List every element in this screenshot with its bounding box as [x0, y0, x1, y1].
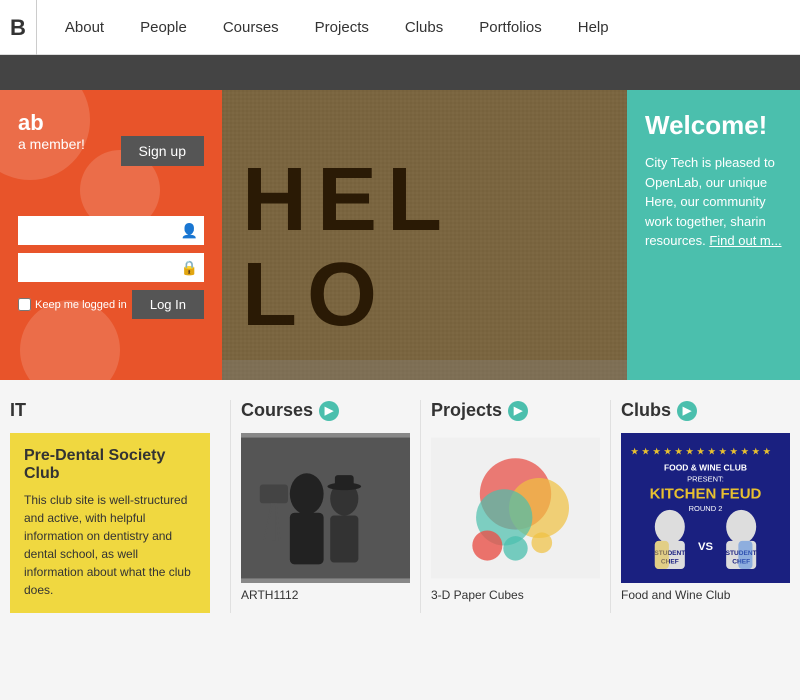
nav-portfolios[interactable]: Portfolios	[461, 0, 560, 54]
clubs-more-icon[interactable]: ▶	[677, 401, 697, 421]
nav-help[interactable]: Help	[560, 0, 627, 54]
password-wrap: 🔒	[18, 253, 204, 282]
courses-section: Courses ▶ ARTH1112	[230, 400, 420, 613]
login-subtitle: a member!	[18, 136, 85, 152]
site-logo: B	[10, 0, 37, 55]
course-thumbnail[interactable]	[241, 433, 410, 583]
nav-people[interactable]: People	[122, 0, 205, 54]
featured-club-desc: This club site is well-structured and ac…	[24, 491, 196, 599]
main-content: IT Pre-Dental Society Club This club sit…	[0, 380, 800, 633]
password-input[interactable]	[18, 253, 204, 282]
username-input[interactable]	[18, 216, 204, 245]
lock-icon: 🔒	[181, 259, 198, 276]
clubs-section: Clubs ▶ ★ ★ ★ ★ ★ ★ ★ ★ ★ ★ ★ ★ ★ FOOD &…	[610, 400, 800, 613]
nav-projects[interactable]: Projects	[297, 0, 387, 54]
remember-me-label[interactable]: Keep me logged in	[18, 298, 127, 311]
club-item-title: Food and Wine Club	[621, 588, 790, 602]
projects-section: Projects ▶ 3-D Paper Cubes	[420, 400, 610, 613]
welcome-panel: Welcome! City Tech is pleased to OpenLab…	[627, 90, 800, 380]
remember-checkbox[interactable]	[18, 298, 31, 311]
nav-clubs[interactable]: Clubs	[387, 0, 461, 54]
courses-more-icon[interactable]: ▶	[319, 401, 339, 421]
club-image: ★ ★ ★ ★ ★ ★ ★ ★ ★ ★ ★ ★ ★ FOOD & WINE CL…	[621, 433, 790, 583]
welcome-text: City Tech is pleased to OpenLab, our uni…	[645, 153, 782, 251]
course-item-title: ARTH1112	[241, 588, 410, 602]
project-item-title: 3-D Paper Cubes	[431, 588, 600, 602]
svg-text:HEL: HEL	[242, 150, 452, 250]
login-bottom-bar: Keep me logged in Log In	[18, 290, 204, 319]
signup-button[interactable]: Sign up	[121, 136, 204, 166]
username-wrap: 👤	[18, 216, 204, 245]
hero-image: HEL LO	[222, 90, 627, 380]
navbar: B About People Courses Projects Clubs Po…	[0, 0, 800, 55]
dark-banner	[0, 55, 800, 90]
nav-courses[interactable]: Courses	[205, 0, 297, 54]
login-button[interactable]: Log In	[132, 290, 204, 319]
svg-text:LO: LO	[242, 245, 387, 345]
project-image	[431, 433, 600, 583]
user-icon: 👤	[181, 222, 198, 239]
featured-club-card[interactable]: Pre-Dental Society Club This club site i…	[10, 433, 210, 613]
remember-text: Keep me logged in	[35, 299, 127, 311]
projects-title: Projects	[431, 400, 502, 421]
courses-title: Courses	[241, 400, 313, 421]
featured-section-title: IT	[0, 400, 220, 421]
nav-menu: About People Courses Projects Clubs Port…	[47, 0, 627, 54]
project-thumbnail[interactable]	[431, 433, 600, 583]
svg-text:VS: VS	[698, 541, 714, 553]
hero-section: ab a member! Sign up 👤 🔒 Keep me logged …	[0, 90, 800, 380]
find-out-more-link[interactable]: Find out m...	[709, 233, 781, 248]
login-form: 👤 🔒 Keep me logged in Log In	[18, 216, 204, 319]
svg-text:KITCHEN FEUD: KITCHEN FEUD	[650, 486, 762, 503]
courses-header: Courses ▶	[241, 400, 410, 421]
svg-text:FOOD & WINE CLUB: FOOD & WINE CLUB	[664, 462, 747, 472]
doormat-illustration: HEL LO	[222, 90, 627, 380]
login-panel: ab a member! Sign up 👤 🔒 Keep me logged …	[0, 90, 222, 380]
welcome-title: Welcome!	[645, 110, 782, 141]
club-thumbnail[interactable]: ★ ★ ★ ★ ★ ★ ★ ★ ★ ★ ★ ★ ★ FOOD & WINE CL…	[621, 433, 790, 583]
clubs-header: Clubs ▶	[621, 400, 790, 421]
svg-text:PRESENT:: PRESENT:	[687, 475, 724, 484]
svg-text:ROUND 2: ROUND 2	[689, 504, 723, 513]
svg-text:★ ★ ★ ★ ★ ★ ★ ★ ★ ★ ★ ★ ★: ★ ★ ★ ★ ★ ★ ★ ★ ★ ★ ★ ★ ★	[630, 446, 771, 456]
clubs-title: Clubs	[621, 400, 671, 421]
course-image	[241, 433, 410, 583]
featured-section: IT Pre-Dental Society Club This club sit…	[0, 400, 230, 613]
featured-club-name: Pre-Dental Society Club	[24, 447, 196, 483]
projects-header: Projects ▶	[431, 400, 600, 421]
site-name-label: ab	[18, 110, 44, 135]
nav-about[interactable]: About	[47, 0, 122, 54]
projects-more-icon[interactable]: ▶	[508, 401, 528, 421]
